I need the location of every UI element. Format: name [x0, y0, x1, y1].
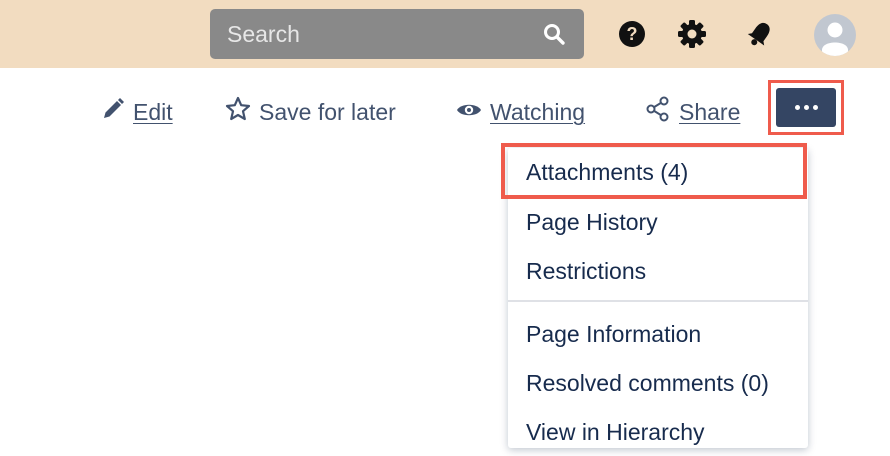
- more-actions-highlight: [768, 80, 844, 135]
- menu-item-label: Page History: [526, 208, 658, 235]
- watching-button[interactable]: Watching: [456, 92, 585, 132]
- eye-icon: [456, 99, 490, 126]
- watching-label: Watching: [490, 98, 586, 125]
- menu-divider: [508, 300, 808, 302]
- menu-item-attachments[interactable]: Attachments (4): [508, 148, 808, 196]
- share-button[interactable]: Share: [645, 92, 740, 132]
- menu-item-restrictions[interactable]: Restrictions: [508, 247, 808, 295]
- more-actions-button[interactable]: [776, 88, 836, 127]
- share-icon: [645, 96, 679, 128]
- menu-item-label: Page Information: [526, 320, 702, 347]
- top-bar: Search ?: [0, 0, 890, 68]
- menu-item-page-information[interactable]: Page Information: [508, 310, 808, 358]
- menu-item-label: Restrictions: [526, 257, 647, 284]
- menu-item-view-in-hierarchy[interactable]: View in Hierarchy: [508, 408, 808, 456]
- menu-item-label: Attachments (4): [526, 158, 689, 185]
- menu-item-resolved-comments[interactable]: Resolved comments (0): [508, 359, 808, 407]
- share-label: Share: [679, 98, 741, 125]
- pencil-icon: [101, 97, 133, 127]
- menu-item-page-history[interactable]: Page History: [508, 198, 808, 246]
- more-actions-menu: Attachments (4) Page History Restriction…: [508, 148, 808, 448]
- settings-icon[interactable]: [675, 16, 709, 52]
- edit-label: Edit: [133, 98, 173, 125]
- svg-text:?: ?: [627, 24, 638, 44]
- search-input[interactable]: Search: [210, 9, 584, 59]
- help-icon[interactable]: ?: [615, 16, 649, 52]
- menu-item-label: View in Hierarchy: [526, 418, 705, 445]
- star-icon: [225, 96, 259, 128]
- edit-button[interactable]: Edit: [101, 92, 173, 132]
- menu-item-label: Resolved comments (0): [526, 369, 769, 396]
- avatar-icon[interactable]: [814, 14, 856, 56]
- more-icon: [794, 105, 818, 110]
- save-for-later-label: Save for later: [259, 98, 396, 125]
- notifications-icon[interactable]: [743, 16, 777, 52]
- search-placeholder: Search: [227, 20, 300, 47]
- search-icon[interactable]: [542, 22, 566, 46]
- save-for-later-button[interactable]: Save for later: [225, 92, 396, 132]
